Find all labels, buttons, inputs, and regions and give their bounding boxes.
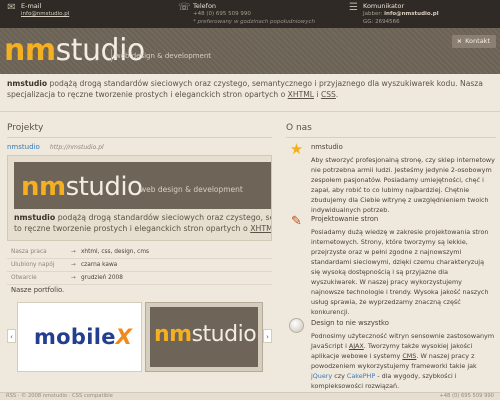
jquery-link[interactable]: jQuery: [311, 372, 332, 380]
preview-tagline: web design & development: [140, 185, 243, 194]
contact-email-link[interactable]: info@nmstudio.pl: [21, 11, 69, 17]
css-abbr: CSS: [320, 90, 336, 99]
about-heading: O nas: [286, 123, 312, 133]
preview-brand: nmstudio: [14, 213, 56, 222]
kontakt-label: Kontakt: [465, 37, 490, 45]
cms-abbr: CMS: [402, 352, 417, 360]
footer-right: +48 (0) 695 509 990: [439, 393, 494, 399]
desc-part: czy: [332, 372, 347, 380]
project-name-link[interactable]: nmstudio: [7, 143, 40, 151]
logo-studio: studio: [55, 33, 146, 68]
preview-logo-nm: nm: [21, 172, 66, 202]
arrow-right-icon: →: [71, 262, 76, 268]
contact-messenger-title: Komunikator: [363, 2, 405, 10]
about-item-title: nmstudio: [311, 143, 343, 151]
contact-phone-note: * preferowany w godzinach popołudniowych: [193, 19, 315, 25]
contact-phone-title: Telefon: [193, 2, 217, 10]
kontakt-button[interactable]: × Kontakt: [451, 35, 496, 48]
spec-value: grudzień 2008: [81, 275, 123, 281]
mobilex-text: mobile: [34, 325, 116, 349]
mobilex-logo: mobileX: [34, 325, 132, 349]
project-preview[interactable]: nmstudio web design & development nmstud…: [7, 155, 272, 241]
portfolio-carousel: ‹ mobileX nmstudio ›: [7, 298, 272, 378]
divider: [0, 111, 500, 112]
footer-left: RSS · © 2008 nmstudio · CSS compatible: [6, 393, 113, 399]
contact-email-title: E-mail: [21, 2, 42, 10]
about-item-title: Projektowanie stron: [311, 215, 379, 223]
ajax-abbr: AJAX: [348, 342, 364, 350]
gg-value: 2694566: [375, 19, 400, 25]
projects-heading: Projekty: [7, 123, 44, 133]
about-item-design: Design to nie wszystko Podnosimy użytecz…: [286, 318, 496, 390]
lightbulb-icon: [289, 318, 304, 333]
preview-logo-studio: studio: [65, 172, 143, 202]
intro-brand: nmstudio: [7, 79, 48, 88]
spec-key: Nasza praca: [11, 249, 47, 255]
site-logo[interactable]: nmstudio: [4, 34, 145, 68]
spec-key: Otwarcie: [11, 275, 37, 281]
jabber-label: Jabber:: [363, 11, 383, 17]
intro-body: podążą drogą standardów sieciowych oraz …: [7, 79, 483, 99]
thumb-logo-nm: nm: [154, 322, 192, 347]
project-url[interactable]: http://nmstudio.pl: [50, 144, 104, 151]
preview-line-2: to ręczne tworzenie prostych i elegancki…: [14, 224, 251, 233]
site-footer: RSS · © 2008 nmstudio · CSS compatible +…: [0, 392, 500, 400]
jabber-value: info@nmstudio.pl: [384, 11, 439, 17]
spec-row: Ulubiony napój → czarna kawa: [7, 259, 272, 272]
contact-phone-number: +48 (0) 695 509 990: [193, 11, 251, 17]
close-icon: ×: [456, 37, 463, 45]
spec-row: Otwarcie → grudzień 2008: [7, 272, 272, 285]
portfolio-thumb-mobilex[interactable]: mobileX: [17, 302, 142, 372]
mobilex-x: X: [115, 325, 133, 349]
preview-xhtml: XHTML: [250, 224, 271, 233]
about-item-desc: Aby stworzyć profesjonalną stronę, czy s…: [311, 156, 495, 214]
spec-row: Nasza praca → xhtml, css, design, cms: [7, 246, 272, 259]
thumb-nmstudio-inner: nmstudio: [150, 307, 258, 367]
phone-icon: ☏: [178, 2, 191, 13]
about-divider: [286, 137, 496, 138]
carousel-prev-button[interactable]: ‹: [7, 329, 16, 343]
thumb-logo-studio: studio: [191, 322, 257, 347]
project-title-line: nmstudio http://nmstudio.pl: [7, 143, 104, 151]
preview-logo: nmstudio: [21, 172, 143, 202]
gg-label: GG:: [363, 19, 374, 25]
xhtml-abbr: XHTML: [287, 90, 314, 99]
envelope-icon: ✉: [7, 2, 16, 13]
tools-icon: ✎: [291, 214, 302, 229]
about-item-projektowanie: ✎ Projektowanie stron Posiadamy dużą wie…: [286, 214, 496, 316]
logo-nm: nm: [4, 33, 56, 68]
spec-value: xhtml, css, design, cms: [81, 249, 150, 255]
spec-key: Ulubiony napój: [11, 262, 55, 268]
portfolio-thumb-nmstudio[interactable]: nmstudio: [145, 302, 263, 372]
preview-text: nmstudio podążą drogą standardów sieciow…: [14, 212, 271, 234]
projects-divider: [7, 137, 272, 138]
intro-dot: .: [335, 90, 339, 99]
chat-icon: ☰: [349, 2, 358, 13]
portfolio-label: Nasze portfolio.: [11, 286, 65, 294]
intro-conj: i: [314, 90, 321, 99]
site-header: nmstudio web design & development × Konta…: [0, 28, 500, 74]
star-icon: ★: [289, 140, 304, 158]
arrow-right-icon: →: [71, 249, 76, 255]
intro-text: nmstudio podążą drogą standardów sieciow…: [7, 78, 495, 100]
preview-line-1: podążą drogą standardów sieciowych oraz …: [57, 213, 271, 222]
about-item-desc: Posiadamy dużą wiedzę w zakresie projekt…: [311, 228, 489, 316]
preview-header: nmstudio web design & development: [14, 162, 271, 209]
about-item-nmstudio: ★ nmstudio Aby stworzyć profesjonalną st…: [286, 140, 496, 215]
cakephp-link[interactable]: CakePHP: [347, 372, 375, 380]
arrow-right-icon: →: [71, 275, 76, 281]
site-tagline: web design & development: [110, 49, 212, 62]
carousel-next-button[interactable]: ›: [263, 329, 272, 343]
about-item-title: Design to nie wszystko: [311, 319, 389, 327]
spec-value: czarna kawa: [81, 262, 118, 268]
contact-bar: ✉ E-mail info@nmstudio.pl ☏ Telefon +48 …: [0, 0, 500, 28]
project-specs: Nasza praca → xhtml, css, design, cms Ul…: [7, 246, 272, 285]
thumb-nmstudio-logo: nmstudio: [154, 321, 257, 349]
about-item-desc: Podnosimy użyteczność witryn sensownie z…: [311, 331, 495, 391]
